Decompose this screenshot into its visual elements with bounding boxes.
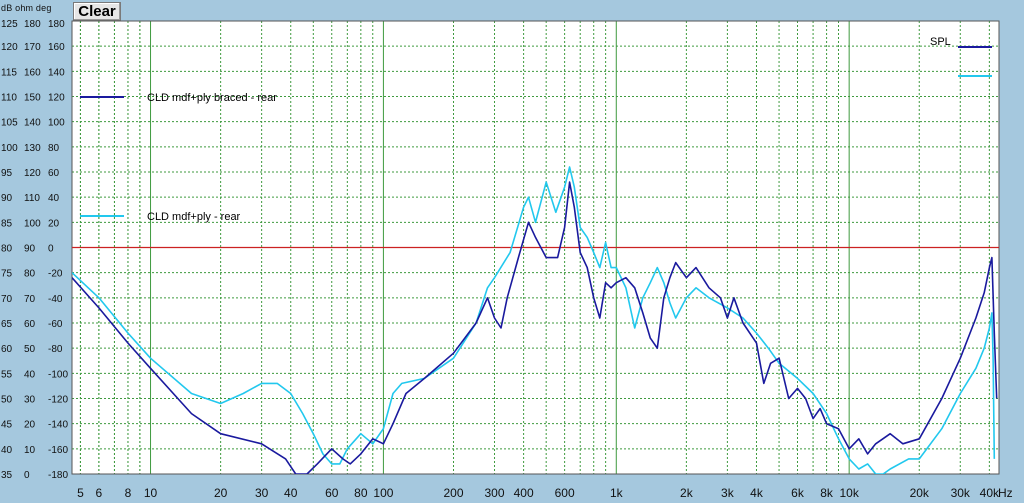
x-tick-label: 10 xyxy=(144,486,158,500)
y-tick-label-deg: 80 xyxy=(48,143,60,154)
y-tick-label-deg: -60 xyxy=(48,319,63,330)
y-tick-label-ohm: 0 xyxy=(24,470,30,481)
y-tick-label-db: 70 xyxy=(1,294,13,305)
x-tick-label: 10k xyxy=(839,486,859,500)
x-tick-label: 5 xyxy=(77,486,84,500)
y-tick-label-ohm: 150 xyxy=(24,93,41,104)
y-tick-label-deg: -140 xyxy=(48,420,68,431)
y-tick-label-ohm: 90 xyxy=(24,244,36,255)
y-tick-label-db: 65 xyxy=(1,319,13,330)
y-tick-label-db: 115 xyxy=(1,67,17,78)
x-tick-label: 200 xyxy=(443,486,463,500)
x-tick-label: 6k xyxy=(791,486,805,500)
y-tick-label-db: 120 xyxy=(1,42,18,53)
y-tick-label-db: 75 xyxy=(1,269,13,280)
x-tick-label: 100 xyxy=(373,486,393,500)
y-tick-label-ohm: 170 xyxy=(24,42,41,53)
y-tick-label-db: 95 xyxy=(1,168,13,179)
legend-spl-label: SPL xyxy=(930,36,951,48)
y-tick-label-ohm: 130 xyxy=(24,143,41,154)
x-tick-label: 3k xyxy=(721,486,735,500)
y-tick-label-deg: 180 xyxy=(48,19,65,30)
y-tick-label-db: 85 xyxy=(1,218,13,229)
x-tick-label: 30 xyxy=(255,486,269,500)
y-tick-label-deg: -120 xyxy=(48,395,68,406)
y-tick-label-deg: 140 xyxy=(48,67,65,78)
y-tick-label-db: 60 xyxy=(1,344,13,355)
y-tick-label-deg: 0 xyxy=(48,244,54,255)
y-tick-label-db: 90 xyxy=(1,193,13,204)
y-tick-label-db: 40 xyxy=(1,445,13,456)
y-tick-label-deg: -160 xyxy=(48,445,68,456)
y-tick-label-ohm: 160 xyxy=(24,67,41,78)
y-tick-label-deg: -180 xyxy=(48,470,68,481)
y-tick-label-ohm: 180 xyxy=(24,19,41,30)
y-tick-label-db: 80 xyxy=(1,244,13,255)
y-tick-label-deg: -80 xyxy=(48,344,63,355)
y-tick-label-ohm: 110 xyxy=(24,193,40,204)
x-tick-label: 600 xyxy=(555,486,575,500)
x-tick-label: 80 xyxy=(354,486,368,500)
y-tick-label-ohm: 30 xyxy=(24,395,36,406)
x-tick-label: 1k xyxy=(610,486,624,500)
x-tick-label: 8k xyxy=(820,486,834,500)
x-tick-label: 4k xyxy=(750,486,764,500)
y-tick-label-db: 55 xyxy=(1,369,13,380)
x-tick-label: 20k xyxy=(910,486,930,500)
legend-label-1: CLD mdf+ply braced - rear xyxy=(147,92,277,104)
x-tick-label: 300 xyxy=(485,486,505,500)
x-tick-label: 20 xyxy=(214,486,228,500)
y-tick-label-ohm: 140 xyxy=(24,118,41,129)
legend-label-2: CLD mdf+ply - rear xyxy=(147,211,241,223)
y-tick-label-ohm: 50 xyxy=(24,344,36,355)
y-tick-label-ohm: 120 xyxy=(24,168,41,179)
y-tick-label-deg: 100 xyxy=(48,118,65,129)
y-tick-label-db: 50 xyxy=(1,395,13,406)
x-tick-label: 2k xyxy=(680,486,694,500)
x-tick-label: 8 xyxy=(125,486,132,500)
y-tick-label-deg: -40 xyxy=(48,294,63,305)
y-tick-label-ohm: 100 xyxy=(24,218,41,229)
y-tick-label-ohm: 10 xyxy=(24,445,36,456)
y-tick-label-ohm: 20 xyxy=(24,420,36,431)
x-axis-unit-label: Hz xyxy=(998,486,1013,500)
y-tick-label-ohm: 40 xyxy=(24,369,36,380)
frequency-response-chart: CLD mdf+ply braced - rear CLD mdf+ply - r… xyxy=(1,19,1000,500)
y-tick-label-deg: 20 xyxy=(48,218,60,229)
y-tick-label-deg: 40 xyxy=(48,193,60,204)
y-tick-label-deg: 120 xyxy=(48,93,65,104)
x-tick-label: 6 xyxy=(96,486,103,500)
y-tick-label-deg: -20 xyxy=(48,269,63,280)
y-tick-label-db: 105 xyxy=(1,118,18,129)
y-tick-label-ohm: 80 xyxy=(24,269,36,280)
y-tick-label-db: 35 xyxy=(1,470,13,481)
y-tick-label-ohm: 70 xyxy=(24,294,36,305)
x-tick-label: 30k xyxy=(951,486,971,500)
x-tick-label: 60 xyxy=(325,486,339,500)
x-tick-label: 400 xyxy=(514,486,534,500)
y-tick-label-db: 100 xyxy=(1,143,18,154)
y-tick-label-deg: -100 xyxy=(48,369,68,380)
y-tick-label-db: 45 xyxy=(1,420,13,431)
x-tick-label: 40 xyxy=(284,486,298,500)
y-tick-label-db: 110 xyxy=(1,93,17,104)
y-tick-label-db: 125 xyxy=(1,19,18,30)
y-tick-label-ohm: 60 xyxy=(24,319,36,330)
x-tick-label: 40k xyxy=(980,486,1000,500)
y-tick-label-deg: 60 xyxy=(48,168,60,179)
y-tick-label-deg: 160 xyxy=(48,42,65,53)
